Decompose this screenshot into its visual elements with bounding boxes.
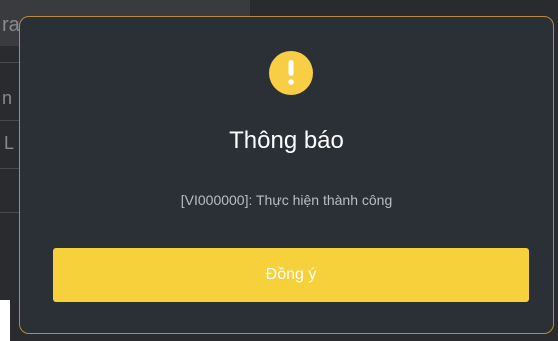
background-text: ra bbox=[2, 14, 20, 36]
dialog-message: [VI000000]: Thực hiện thành công bbox=[180, 192, 393, 208]
exclamation-glyph bbox=[288, 60, 294, 85]
notification-dialog: Thông báo [VI000000]: Thực hiện thành cô… bbox=[19, 16, 554, 334]
confirm-button[interactable]: Đồng ý bbox=[53, 248, 529, 302]
exclamation-icon bbox=[269, 51, 313, 95]
background-panel bbox=[0, 300, 10, 341]
background-text: n bbox=[2, 88, 13, 108]
background-text: L bbox=[4, 133, 15, 153]
dialog-title: Thông báo bbox=[229, 127, 344, 154]
